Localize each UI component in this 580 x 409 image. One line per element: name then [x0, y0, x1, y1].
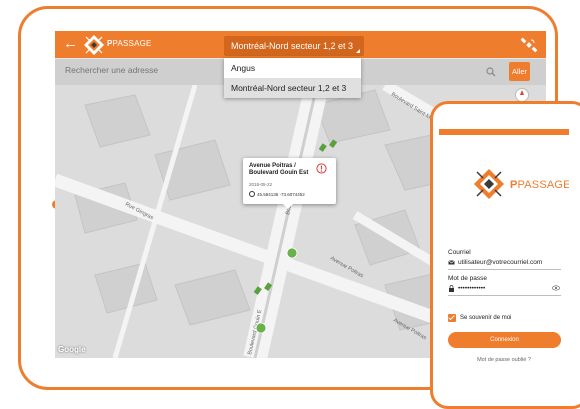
brand-name: PPASSAGE	[107, 39, 152, 48]
info-icon[interactable]	[316, 163, 327, 174]
popup-title: Avenue Poitras / Boulevard Gouin Est	[249, 163, 309, 176]
passage-logo	[474, 169, 504, 199]
popup-date: 2018-05-22	[249, 182, 273, 187]
hydrant-icon[interactable]	[318, 139, 338, 152]
phone-frame: PPASSAGE Courriel utilisateur@votrecourr…	[430, 101, 580, 409]
email-field[interactable]: utilisateur@votrecourriel.com	[448, 257, 561, 270]
go-button[interactable]: Aller	[509, 62, 530, 81]
passage-logo	[84, 35, 104, 55]
dropdown-option-angus[interactable]: Angus	[224, 58, 361, 78]
eye-icon[interactable]	[552, 285, 560, 291]
brand-rest: PASSAGE	[517, 179, 569, 191]
satellite-icon[interactable]	[520, 36, 538, 54]
password-value: ••••••••••••	[458, 285, 486, 292]
lock-icon	[449, 285, 454, 292]
location-popup[interactable]: Avenue Poitras / Boulevard Gouin Est 201…	[243, 158, 336, 209]
email-icon	[448, 260, 455, 265]
forgot-password-link[interactable]: Mot de passe oublié ?	[439, 357, 569, 363]
email-value: utilisateur@votrecourriel.com	[458, 259, 543, 266]
location-marker-icon[interactable]	[255, 322, 267, 334]
brand-name: PPASSAGE	[510, 179, 569, 191]
phone-status-bar	[439, 129, 569, 135]
phone-login-screen: PPASSAGE Courriel utilisateur@votrecourr…	[439, 129, 569, 379]
popup-coordinates: 45.584136 -73.6074452	[249, 191, 305, 197]
checkbox-checked-icon[interactable]	[448, 314, 456, 322]
region-selector-value: Montréal-Nord secteur 1,2 et 3	[231, 41, 354, 51]
search-icon[interactable]	[486, 67, 496, 77]
compass-icon[interactable]	[515, 88, 529, 102]
remember-me-label: Se souvenir de moi	[460, 315, 512, 321]
dropdown-option-montreal-nord[interactable]: Montréal-Nord secteur 1,2 et 3	[224, 78, 361, 98]
login-button[interactable]: Connexion	[448, 332, 561, 348]
region-selector[interactable]: Montréal-Nord secteur 1,2 et 3	[224, 36, 364, 56]
brand-rest: PASSAGE	[112, 39, 152, 48]
password-field[interactable]: ••••••••••••	[448, 283, 561, 296]
back-arrow-icon[interactable]: ←	[63, 36, 78, 52]
dropdown-caret-icon	[356, 49, 360, 53]
brand-prefix: P	[510, 179, 518, 191]
map-attribution: Google	[58, 345, 86, 354]
location-marker-icon[interactable]	[286, 247, 298, 259]
password-label: Mot de passe	[448, 275, 488, 282]
app-topbar: ← PPASSAGE Montréal-Nord secteur 1,2 et …	[55, 31, 546, 58]
region-dropdown-menu: Angus Montréal-Nord secteur 1,2 et 3	[224, 58, 361, 98]
email-label: Courriel	[448, 249, 471, 256]
